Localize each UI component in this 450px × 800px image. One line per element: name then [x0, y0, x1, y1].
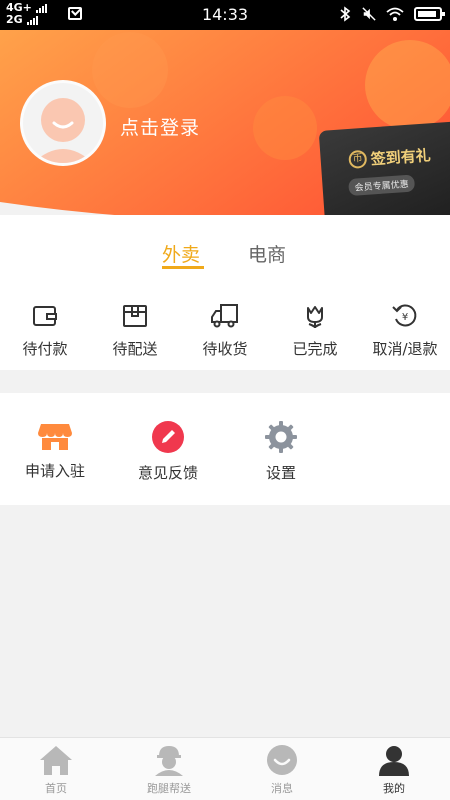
order-status-pending-receipt[interactable]: 待收货 — [180, 302, 270, 359]
feedback-button[interactable]: 意见反馈 — [113, 420, 223, 483]
member-offer-badge: 会员专属优惠 — [348, 174, 416, 197]
store-icon — [38, 424, 72, 450]
bottom-navigation: 首页 跑腿帮送 消息 我的 — [0, 737, 450, 800]
profile-header: 点击登录 币 签到有礼 会员专属优惠 — [0, 30, 450, 225]
tools-section: 申请入驻 意见反馈 设置 — [0, 393, 450, 505]
bluetooth-icon — [340, 6, 351, 22]
sign-in-reward-card[interactable]: 币 签到有礼 会员专属优惠 — [318, 121, 450, 225]
mute-icon — [362, 7, 376, 21]
nav-profile[interactable]: 我的 — [349, 744, 439, 796]
avatar[interactable] — [20, 80, 106, 166]
tab-takeout[interactable]: 外卖 — [162, 240, 200, 267]
default-avatar-icon — [33, 98, 93, 163]
apply-merchant-button[interactable]: 申请入驻 — [0, 420, 110, 481]
active-tab-indicator — [162, 266, 204, 269]
sign-in-reward-title: 签到有礼 — [370, 146, 432, 169]
nav-label: 首页 — [45, 782, 67, 795]
nav-label: 消息 — [271, 782, 293, 795]
tool-label: 意见反馈 — [137, 464, 198, 482]
order-status-pending-payment[interactable]: 待付款 — [0, 302, 90, 359]
order-status-completed[interactable]: 已完成 — [270, 302, 360, 359]
battery-icon — [414, 7, 445, 21]
wifi-icon — [386, 7, 404, 21]
tool-label: 申请入驻 — [24, 462, 85, 480]
pencil-icon — [152, 421, 184, 453]
nav-label: 跑腿帮送 — [147, 782, 191, 795]
home-icon — [40, 746, 72, 775]
order-status-label: 取消/退款 — [372, 340, 438, 358]
order-status-pending-delivery[interactable]: 待配送 — [90, 302, 180, 359]
delivery-truck-icon — [211, 304, 238, 328]
refund-icon: ¥ — [392, 304, 417, 327]
order-status-label: 待付款 — [22, 340, 68, 358]
tab-ecommerce[interactable]: 电商 — [248, 240, 286, 267]
nav-home[interactable]: 首页 — [11, 744, 101, 796]
order-status-row: 待付款 待配送 待收货 已完成 ¥ 取消/退款 — [0, 302, 450, 362]
coin-icon: 币 — [348, 149, 368, 169]
order-status-label: 待收货 — [202, 340, 248, 358]
order-status-label: 已完成 — [292, 340, 338, 358]
status-bar: 4G+ 2G 14:33 — [0, 0, 450, 30]
wallet-icon — [33, 306, 57, 326]
nav-label: 我的 — [383, 782, 405, 795]
order-status-refund[interactable]: ¥ 取消/退款 — [360, 302, 450, 359]
message-icon — [267, 745, 297, 775]
order-status-label: 待配送 — [112, 340, 158, 358]
flower-icon — [307, 306, 323, 328]
tool-label: 设置 — [265, 464, 296, 482]
svg-text:¥: ¥ — [402, 312, 408, 323]
nav-messages[interactable]: 消息 — [237, 744, 327, 796]
orders-section: 外卖 电商 待付款 待配送 待收货 已完成 ¥ 取消/退款 — [0, 215, 450, 370]
order-type-tabs: 外卖 电商 — [0, 240, 450, 270]
courier-icon — [155, 746, 183, 776]
gear-icon — [265, 421, 297, 453]
login-prompt[interactable]: 点击登录 — [120, 113, 200, 140]
profile-icon — [379, 746, 409, 776]
nav-errand[interactable]: 跑腿帮送 — [124, 744, 214, 796]
settings-button[interactable]: 设置 — [226, 420, 336, 483]
package-icon — [123, 305, 147, 327]
